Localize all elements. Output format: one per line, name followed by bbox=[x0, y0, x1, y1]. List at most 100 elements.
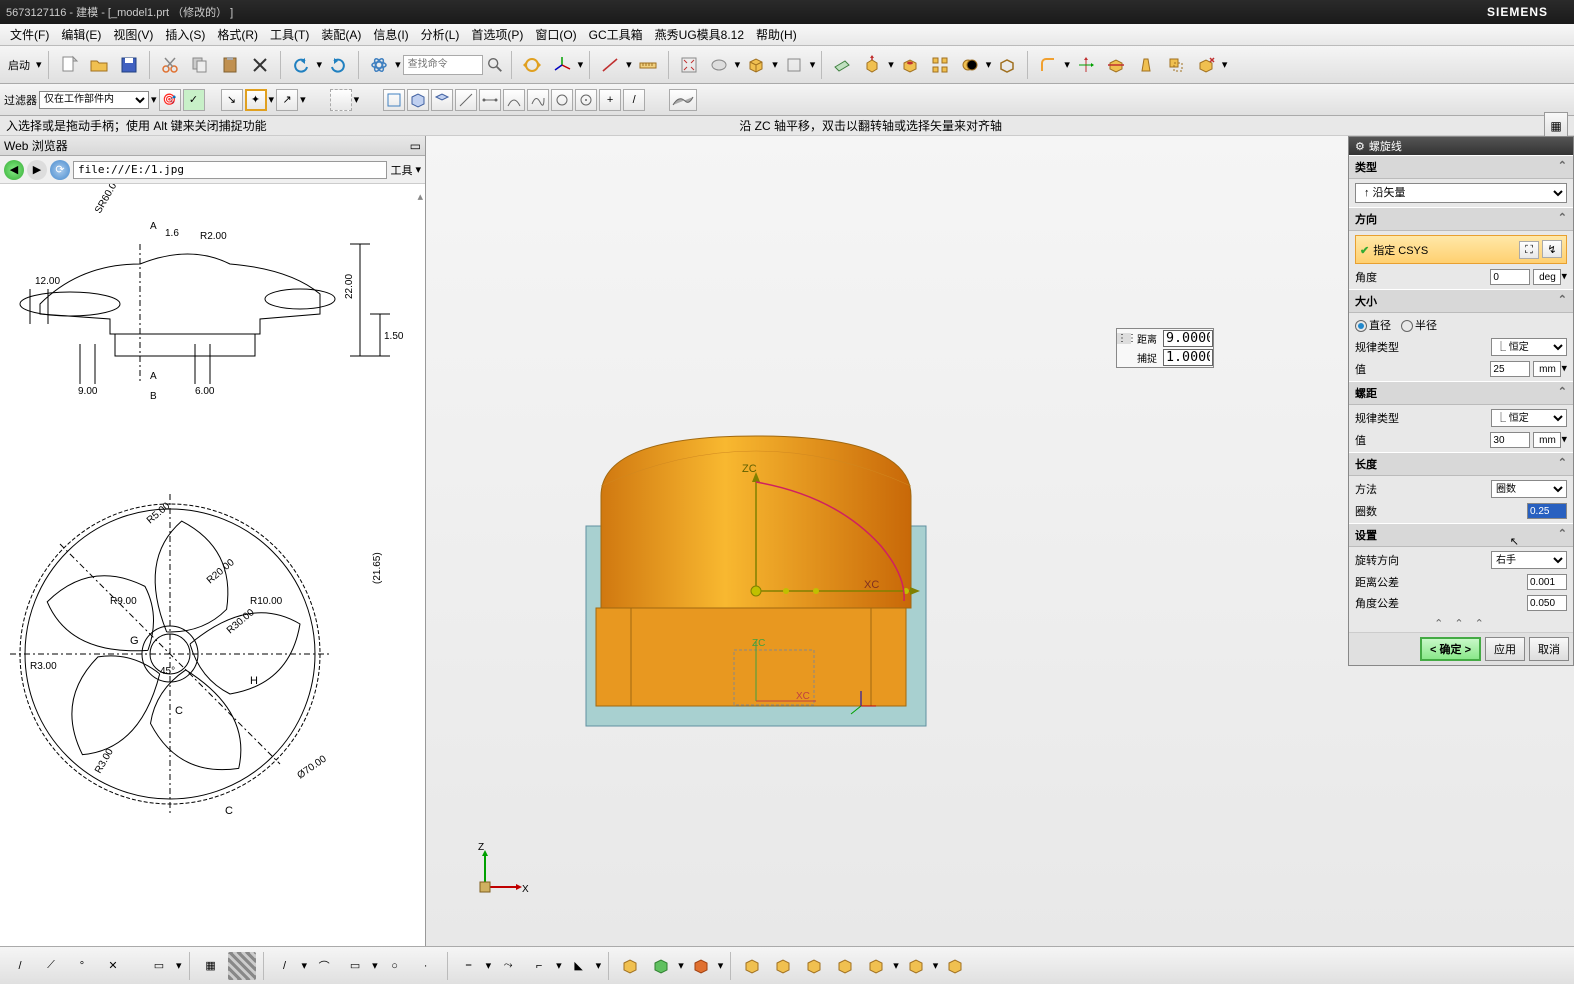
delete-icon[interactable] bbox=[246, 51, 274, 79]
ruler-icon[interactable] bbox=[634, 51, 662, 79]
turns-input[interactable] bbox=[1527, 503, 1567, 519]
web-panel-dock-icon[interactable]: ▭ bbox=[410, 139, 421, 153]
grid-icon[interactable]: ▦ bbox=[197, 952, 225, 980]
angle-tol-input[interactable] bbox=[1527, 595, 1567, 611]
draft-icon[interactable] bbox=[1132, 51, 1160, 79]
expand-icon[interactable]: ⌃ ⌃ ⌃ bbox=[1349, 615, 1573, 632]
distance-input[interactable] bbox=[1163, 330, 1213, 347]
diameter-radio[interactable]: 直径 bbox=[1355, 317, 1391, 333]
pattern-icon[interactable] bbox=[926, 51, 954, 79]
trim-icon[interactable] bbox=[1102, 51, 1130, 79]
graphics-viewport[interactable]: ZC XC ZC XC ⋮⋮ bbox=[426, 136, 1574, 956]
offset-icon[interactable] bbox=[1162, 51, 1190, 79]
angle-unit[interactable] bbox=[1533, 269, 1561, 285]
sketch-arc-icon[interactable]: ⌒ bbox=[310, 952, 338, 980]
face-icon[interactable] bbox=[431, 89, 453, 111]
menu-analysis[interactable]: 分析(L) bbox=[415, 26, 466, 43]
command-search[interactable] bbox=[403, 55, 483, 75]
undo-icon[interactable] bbox=[287, 51, 315, 79]
csys-dialog-icon[interactable]: ⛶ bbox=[1519, 241, 1539, 259]
menu-edit[interactable]: 编辑(E) bbox=[55, 26, 107, 43]
open-file-icon[interactable] bbox=[85, 51, 113, 79]
command-finder-icon[interactable] bbox=[365, 51, 393, 79]
cut-icon[interactable] bbox=[156, 51, 184, 79]
filter-select[interactable]: 仅在工作部件内 bbox=[39, 91, 149, 109]
cube7-icon[interactable] bbox=[941, 952, 969, 980]
new-file-icon[interactable] bbox=[55, 51, 83, 79]
arc-icon[interactable] bbox=[503, 89, 525, 111]
cube3-icon[interactable] bbox=[800, 952, 828, 980]
menu-help[interactable]: 帮助(H) bbox=[750, 26, 803, 43]
cube2-icon[interactable] bbox=[769, 952, 797, 980]
section-type[interactable]: 类型 bbox=[1349, 155, 1573, 179]
dist-tol-input[interactable] bbox=[1527, 574, 1567, 590]
snap-end-icon[interactable]: / bbox=[6, 952, 34, 980]
cube6-icon[interactable] bbox=[902, 952, 930, 980]
wireframe-icon[interactable] bbox=[780, 51, 808, 79]
dialog-title-bar[interactable]: ⚙ 螺旋线 bbox=[1349, 137, 1573, 155]
menu-assembly[interactable]: 装配(A) bbox=[315, 26, 367, 43]
menu-view[interactable]: 视图(V) bbox=[107, 26, 159, 43]
extend-icon[interactable]: ⤳ bbox=[494, 952, 522, 980]
move-icon[interactable] bbox=[1072, 51, 1100, 79]
selection-scope-icon[interactable]: 🎯 bbox=[159, 89, 181, 111]
shell-icon[interactable] bbox=[993, 51, 1021, 79]
replace-icon[interactable] bbox=[1192, 51, 1220, 79]
snap-input[interactable] bbox=[1163, 349, 1213, 366]
csys-row[interactable]: ✔指定 CSYS ⛶ ↯ bbox=[1355, 235, 1567, 264]
cube4-icon[interactable] bbox=[831, 952, 859, 980]
menu-prefs[interactable]: 首选项(P) bbox=[465, 26, 529, 43]
datum-plane-icon[interactable] bbox=[828, 51, 856, 79]
size-value-input[interactable] bbox=[1490, 361, 1530, 377]
pitch-unit[interactable] bbox=[1533, 432, 1561, 448]
box-icon[interactable] bbox=[742, 51, 770, 79]
method-select[interactable]: 圈数 bbox=[1491, 480, 1567, 498]
snap-int-icon[interactable]: ✕ bbox=[99, 952, 127, 980]
hole-icon[interactable] bbox=[896, 51, 924, 79]
web-tools-label[interactable]: 工具 bbox=[390, 162, 412, 178]
sketch-circle-icon[interactable]: ○ bbox=[381, 952, 409, 980]
cube5-icon[interactable] bbox=[862, 952, 890, 980]
extrude-icon[interactable] bbox=[858, 51, 886, 79]
sketch-rect-icon[interactable]: ▭ bbox=[341, 952, 369, 980]
menu-gctool[interactable]: GC工具箱 bbox=[583, 26, 649, 43]
menu-insert[interactable]: 插入(S) bbox=[159, 26, 211, 43]
menu-window[interactable]: 窗口(O) bbox=[529, 26, 582, 43]
section-length[interactable]: 长度 bbox=[1349, 452, 1573, 476]
corner-icon[interactable]: ⌐ bbox=[525, 952, 553, 980]
box-prim2-icon[interactable] bbox=[647, 952, 675, 980]
circle-icon[interactable] bbox=[551, 89, 573, 111]
checker-icon[interactable] bbox=[228, 952, 256, 980]
scrollbar-up-icon[interactable]: ▴ bbox=[417, 190, 423, 203]
sketch-line-icon[interactable]: / bbox=[271, 952, 299, 980]
line2-icon[interactable] bbox=[479, 89, 501, 111]
type-select[interactable]: ↑ 沿矢量 bbox=[1355, 183, 1567, 203]
sel-cross-icon[interactable]: ↗ bbox=[276, 89, 298, 111]
menu-format[interactable]: 格式(R) bbox=[211, 26, 264, 43]
fit-icon[interactable] bbox=[675, 51, 703, 79]
snap-ctrl-icon[interactable]: ° bbox=[68, 952, 96, 980]
copy-icon[interactable] bbox=[186, 51, 214, 79]
rect-select-icon[interactable] bbox=[330, 89, 352, 111]
box3d-icon[interactable] bbox=[407, 89, 429, 111]
size-unit[interactable] bbox=[1533, 361, 1561, 377]
menu-info[interactable]: 信息(I) bbox=[367, 26, 414, 43]
paste-icon[interactable] bbox=[216, 51, 244, 79]
trim2-icon[interactable]: ⎯ bbox=[455, 952, 483, 980]
sketch-icon[interactable] bbox=[383, 89, 405, 111]
drag-handle-icon[interactable]: ⋮⋮ bbox=[1117, 333, 1131, 344]
sel-arrow-icon[interactable]: ↘ bbox=[221, 89, 243, 111]
back-icon[interactable]: ◀ bbox=[4, 160, 24, 180]
menu-yanxiu[interactable]: 燕秀UG模具8.12 bbox=[649, 26, 750, 43]
search-icon[interactable] bbox=[485, 51, 505, 79]
refresh-icon[interactable]: ⟳ bbox=[50, 160, 70, 180]
pitch-value-input[interactable] bbox=[1490, 432, 1530, 448]
radius-radio[interactable]: 半径 bbox=[1401, 317, 1437, 333]
cube1-icon[interactable] bbox=[738, 952, 766, 980]
measure-dist-icon[interactable] bbox=[596, 51, 624, 79]
snap-mid-icon[interactable]: ⟋ bbox=[37, 952, 65, 980]
layer-icon[interactable]: ▭ bbox=[145, 952, 173, 980]
menu-tools[interactable]: 工具(T) bbox=[264, 26, 315, 43]
redo-icon[interactable] bbox=[324, 51, 352, 79]
address-bar[interactable] bbox=[73, 161, 387, 179]
